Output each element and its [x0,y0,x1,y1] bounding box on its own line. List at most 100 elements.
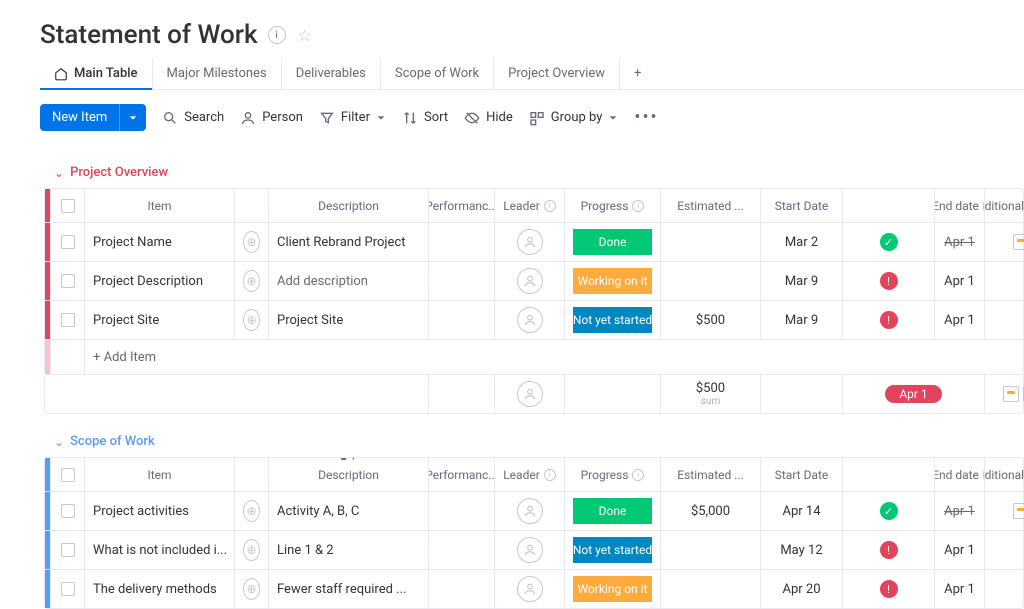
new-item-dropdown[interactable] [119,104,146,131]
end-date-cell[interactable]: Apr 1 [935,531,985,569]
additional-cell[interactable] [985,223,1024,261]
estimated-cell[interactable]: $5,000 [661,492,761,530]
add-item-label[interactable]: + Add Item [85,340,1024,374]
select-all-cell[interactable] [51,189,85,222]
tab-major-milestones[interactable]: Major Milestones [153,58,282,89]
expand-row-button[interactable]: ⊕ [235,570,269,608]
info-icon[interactable]: i [268,26,286,44]
new-item-label[interactable]: New Item [40,104,119,131]
progress-cell[interactable]: Working on it [565,262,661,300]
additional-cell[interactable] [985,492,1024,530]
expand-row-button[interactable]: ⊕ [235,301,269,339]
performance-cell[interactable] [429,262,495,300]
star-icon[interactable]: ☆ [296,26,314,44]
group-header-project-overview[interactable]: ⌄ Project Overview [40,161,1024,188]
column-estimated[interactable]: Estimated ... [661,189,761,222]
end-date-cell[interactable]: Apr 1 [935,223,985,261]
progress-cell[interactable]: Not yet started [565,301,661,339]
end-date-cell[interactable]: Apr 1 [935,301,985,339]
start-date-cell[interactable]: Apr 14 [761,492,843,530]
column-start-date[interactable]: Start Date [761,458,843,491]
performance-cell[interactable] [429,301,495,339]
description-cell[interactable]: Activity A, B, C [269,492,429,530]
search-button[interactable]: Search [162,110,224,126]
tab-scope-of-work[interactable]: Scope of Work [381,58,494,89]
more-options-button[interactable]: ••• [634,107,658,128]
additional-cell[interactable] [985,262,1024,300]
item-name[interactable]: Project Description [85,262,235,300]
end-date-cell[interactable]: Apr 1 [935,262,985,300]
progress-cell[interactable]: Working on it [565,570,661,608]
progress-cell[interactable]: Done [565,223,661,261]
row-select[interactable] [51,262,85,300]
tab-main-table[interactable]: Main Table [40,58,153,89]
checkbox[interactable] [61,468,75,482]
item-name[interactable]: The delivery methods [85,570,235,608]
row-select[interactable] [51,492,85,530]
column-progress[interactable]: Progressi [565,458,661,491]
item-name[interactable]: Project activities [85,492,235,530]
hide-button[interactable]: Hide [464,110,513,126]
description-cell[interactable]: Client Rebrand Project [269,223,429,261]
end-status-cell[interactable]: ✓ [843,492,935,530]
tab-project-overview[interactable]: Project Overview [494,58,620,89]
progress-cell[interactable]: Done [565,492,661,530]
expand-row-button[interactable]: ⊕ [235,531,269,569]
start-date-cell[interactable]: Mar 9 [761,262,843,300]
checkbox[interactable] [61,235,75,249]
leader-cell[interactable] [495,301,565,339]
column-item[interactable]: Item [85,458,235,491]
drag-handle-icon[interactable]: ▲▼ [339,458,359,463]
description-cell[interactable]: Fewer staff required ... [269,570,429,608]
start-date-cell[interactable]: May 12 [761,531,843,569]
checkbox[interactable] [61,543,75,557]
sort-button[interactable]: Sort [402,110,448,126]
row-select[interactable] [51,531,85,569]
expand-row-button[interactable]: ⊕ [235,492,269,530]
end-date-cell[interactable]: Apr 1 [935,492,985,530]
leader-cell[interactable] [495,223,565,261]
additional-cell[interactable] [985,570,1024,608]
expand-row-button[interactable]: ⊕ [235,262,269,300]
leader-cell[interactable] [495,570,565,608]
performance-cell[interactable] [429,570,495,608]
table-row[interactable]: What is not included i... ⊕ Line 1 & 2 N… [45,531,1023,570]
checkbox[interactable] [61,199,75,213]
column-start-date[interactable]: Start Date [761,189,843,222]
description-cell[interactable]: Add description [269,262,429,300]
end-status-cell[interactable]: ! [843,301,935,339]
leader-cell[interactable] [495,492,565,530]
additional-cell[interactable] [985,301,1024,339]
end-status-cell[interactable]: ! [843,570,935,608]
description-cell[interactable]: Project Site [269,301,429,339]
table-row[interactable]: Project Site ⊕ Project Site Not yet star… [45,301,1023,340]
column-additional[interactable]: Additional Inform... [985,189,1024,222]
leader-cell[interactable] [495,262,565,300]
checkbox[interactable] [61,504,75,518]
column-additional[interactable]: Additional Inform... [985,458,1024,491]
estimated-cell[interactable]: $500 [661,301,761,339]
estimated-cell[interactable] [661,262,761,300]
row-select[interactable] [51,301,85,339]
start-date-cell[interactable]: Mar 9 [761,301,843,339]
start-date-cell[interactable]: Apr 20 [761,570,843,608]
end-status-cell[interactable]: ✓ [843,223,935,261]
table-row[interactable]: Project Name ⊕ Client Rebrand Project Do… [45,223,1023,262]
checkbox[interactable] [61,313,75,327]
item-name[interactable]: What is not included i... [85,531,235,569]
column-leader[interactable]: Leaderi [495,189,565,222]
group-by-button[interactable]: Group by [529,110,619,126]
row-select[interactable] [51,570,85,608]
checkbox[interactable] [61,582,75,596]
end-status-cell[interactable]: ! [843,531,935,569]
checkbox[interactable] [61,274,75,288]
item-name[interactable]: Project Site [85,301,235,339]
estimated-cell[interactable] [661,570,761,608]
column-progress[interactable]: Progressi [565,189,661,222]
progress-cell[interactable]: Not yet started [565,531,661,569]
column-item[interactable]: Item [85,189,235,222]
performance-cell[interactable] [429,492,495,530]
table-row[interactable]: The delivery methods ⊕ Fewer staff requi… [45,570,1023,608]
person-filter-button[interactable]: Person [240,110,303,126]
estimated-cell[interactable] [661,531,761,569]
